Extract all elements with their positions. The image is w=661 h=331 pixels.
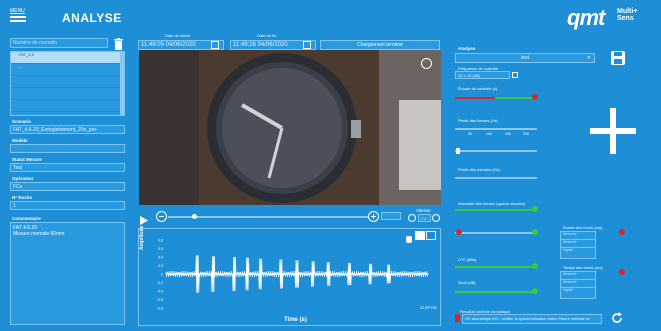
threshold-handle[interactable] [532, 94, 538, 100]
start-date-label: Date de début [165, 33, 191, 38]
level-slider[interactable] [455, 291, 537, 293]
fft-range-slider[interactable] [455, 150, 537, 152]
y-tick-label: -0.6 [157, 298, 163, 302]
y-tick-label: -0.8 [157, 307, 163, 311]
chevron-down-icon: ▾ [587, 55, 590, 61]
x-axis-label: Time (s) [284, 317, 307, 323]
minutes-label: Pente des minutes (Hz) [458, 167, 500, 172]
analysis-label: Analyse [458, 46, 476, 51]
scenario-label: Scenario [12, 119, 32, 124]
list-item[interactable] [11, 88, 124, 100]
list-a-indicator [619, 229, 625, 235]
waveform-series-line [165, 255, 429, 293]
operator-label: Opérateur [12, 176, 34, 181]
list-a-label: Écarte des fronts (ms) [563, 225, 603, 230]
minutes-slider[interactable] [455, 177, 537, 179]
list-b[interactable]: Mesurée Mesurée Digital [560, 271, 596, 299]
analysis-select[interactable]: test ▾ [455, 53, 595, 63]
play-icon[interactable] [140, 212, 148, 225]
level-handle[interactable] [532, 288, 538, 294]
save-frame-icon[interactable] [421, 58, 432, 69]
zoom-out-icon[interactable] [156, 211, 167, 222]
recording-number-input[interactable]: Numéro de recordin [10, 38, 108, 48]
bench-label: N° Roche [12, 195, 33, 200]
scenario-field[interactable]: FAT_4.6.20_Enregistrement_20s_pre- [10, 125, 125, 134]
list-item[interactable]: FAT_4.6 [11, 52, 124, 64]
speed-down-icon[interactable] [408, 214, 416, 222]
fft-range-handle[interactable] [456, 148, 460, 154]
save-icon[interactable] [610, 50, 626, 66]
lfc-handle[interactable] [532, 263, 538, 269]
video-frame[interactable] [139, 50, 441, 205]
list-b-label: Temps des fronts (ms) [563, 265, 603, 270]
y-tick-label: -0.4 [157, 290, 163, 294]
y-tick-label: -0.2 [157, 281, 163, 285]
x-end-tick: 22,997708 [420, 306, 437, 310]
status-label: Statut Mesure [12, 157, 42, 162]
logo-main: qmt [567, 5, 605, 30]
loading-status: Chargement terminé [320, 40, 440, 50]
sync-handle[interactable] [532, 206, 538, 212]
select-tool-icon[interactable] [426, 231, 436, 240]
zoom-field[interactable] [381, 212, 401, 220]
speed-field[interactable]: 1 x [418, 214, 431, 222]
recordings-list[interactable]: FAT_4.6 ... [10, 51, 125, 116]
end-date-label: Date de fin [257, 33, 277, 38]
page-title: ANALYSE [62, 11, 122, 25]
y-tick-label: 0 [161, 273, 163, 277]
speed-up-icon[interactable] [432, 214, 440, 222]
result-field: OK acoustique KO : vérifier la synchroni… [462, 314, 602, 324]
operator-field[interactable]: FCe [10, 182, 125, 191]
speed-label: Vitesse [416, 208, 431, 213]
timeline-slider[interactable] [168, 216, 368, 218]
lfc-slider[interactable] [455, 266, 537, 268]
waveform-chart[interactable]: 0.8 0.6 0.4 0.2 0 -0.2 -0.4 -0.6 -0.8 [138, 228, 441, 326]
list-a[interactable]: Mesurée Mesurée Digital [560, 231, 596, 259]
menu-button[interactable]: MENU [10, 8, 28, 24]
menu-icon [10, 16, 26, 18]
y-tick-label: 0.4 [158, 256, 163, 260]
level-label: Seuil (dB) [458, 280, 476, 285]
fft-label: Pente des heures (Hz) [458, 118, 499, 123]
fft-slider[interactable] [455, 128, 537, 130]
logo-multi: Multi+ Sens [617, 8, 638, 22]
list-b-indicator [619, 269, 625, 275]
refresh-icon[interactable] [610, 311, 624, 325]
sync-label: Intervalle des heures (quarts minutes) [458, 201, 526, 206]
comments-textarea[interactable]: FAT 4.6.20 Mesure normale 60mm [10, 222, 125, 325]
hand-tool-icon[interactable] [404, 231, 414, 243]
list-item[interactable]: ... [11, 64, 124, 76]
y-tick-label: 0.8 [158, 239, 163, 243]
timeline-handle[interactable] [192, 214, 197, 219]
y-axis-label: Amplitude [139, 225, 145, 250]
lfc-label: LFC (dBs) [458, 257, 477, 262]
y-tick-label: 0.6 [158, 247, 163, 251]
model-label: Modèle [12, 138, 28, 143]
y-tick-label: 0.2 [158, 264, 163, 268]
zoom-tool-icon[interactable] [415, 231, 425, 240]
freq-field[interactable]: 30 ± 15 (dB) [455, 71, 510, 79]
model-field[interactable] [10, 144, 125, 153]
calendar-icon[interactable] [211, 41, 219, 49]
sync-range-handle-left[interactable] [456, 229, 462, 235]
menu-label: MENU [10, 8, 25, 14]
calendar-icon[interactable] [303, 41, 311, 49]
zoom-in-icon[interactable] [368, 211, 379, 222]
add-icon[interactable] [590, 108, 636, 154]
list-item[interactable] [11, 100, 124, 112]
sync-slider[interactable] [455, 209, 537, 211]
comments-label: Commentaire [12, 216, 41, 221]
sync-range-handle-right[interactable] [532, 229, 538, 235]
bench-field[interactable]: 1 [10, 201, 125, 210]
sync-range-slider[interactable] [455, 232, 537, 234]
list-scrollbar[interactable] [120, 52, 124, 115]
lock-icon[interactable] [512, 72, 518, 78]
trash-icon[interactable] [113, 37, 124, 50]
result-status-indicator [455, 314, 460, 322]
brand-logo: qmt Multi+ Sens [567, 5, 647, 33]
status-field[interactable]: Test [10, 163, 125, 172]
list-item[interactable] [11, 76, 124, 88]
threshold-label: Écoute de contrôle (s) [458, 86, 498, 91]
